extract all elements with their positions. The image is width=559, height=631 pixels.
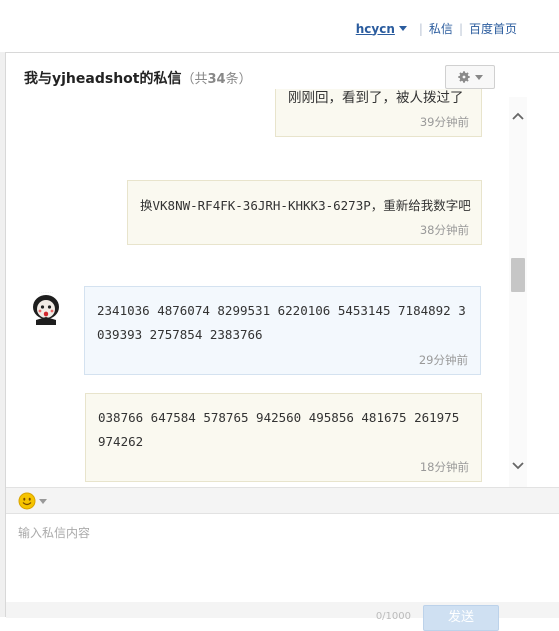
- message-bubble-incoming: 2341036 4876074 8299531 6220106 5453145 …: [84, 286, 481, 375]
- smiley-icon: [18, 492, 36, 510]
- message-text: 刚刚回，看到了，被人拨过了: [288, 90, 464, 106]
- nav-separator: |: [418, 21, 423, 36]
- message-time: 29分钟前: [418, 353, 468, 367]
- message-input[interactable]: [6, 514, 559, 602]
- message-scrollbar[interactable]: [509, 97, 527, 487]
- emoji-button[interactable]: [18, 492, 47, 510]
- dialog-title: 我与yjheadshot的私信（共34条）: [24, 68, 252, 88]
- message-list: 刚刚回，看到了，被人拨过了 39分钟前 换VK8NW-RF4FK-36JRH-K…: [6, 89, 506, 486]
- message-time: 18分钟前: [419, 460, 469, 474]
- dialog-title-text: 我与yjheadshot的私信: [24, 71, 182, 87]
- scroll-down-button[interactable]: [509, 457, 527, 475]
- private-message-dialog: 我与yjheadshot的私信（共34条） 刚刚回，看到了，被人拨过了 39分钟…: [5, 52, 559, 631]
- message-text: 038766 647584 578765 942560 495856 48167…: [98, 410, 460, 449]
- settings-button[interactable]: [445, 65, 495, 89]
- scroll-thumb[interactable]: [511, 258, 525, 292]
- top-user-bar: hcycn | 私信 | 百度首页: [0, 0, 559, 52]
- baidu-home-link[interactable]: 百度首页: [469, 20, 517, 37]
- avatar-image: · · · · · · · ·: [24, 287, 68, 327]
- sender-avatar[interactable]: · · · · · · · ·: [24, 287, 68, 327]
- caret-down-icon: [39, 498, 47, 504]
- send-button[interactable]: 发送: [423, 605, 499, 631]
- chevron-down-icon: [512, 462, 524, 470]
- emoji-toolbar: [6, 488, 559, 514]
- message-bubble-outgoing: 换VK8NW-RF4FK-36JRH-KHKK3-6273P，重新给我数字吧 3…: [127, 180, 482, 245]
- composer-footer: 0/1000 发送: [6, 602, 559, 631]
- message-time: 38分钟前: [419, 223, 469, 237]
- message-text: 换VK8NW-RF4FK-36JRH-KHKK3-6273P，重新给我数字吧: [140, 198, 471, 213]
- scroll-up-button[interactable]: [509, 107, 527, 125]
- svg-text:· · · · · · · ·: · · · · · · · ·: [39, 290, 53, 294]
- caret-down-icon[interactable]: [398, 25, 407, 31]
- message-bubble-incoming: 038766 647584 578765 942560 495856 48167…: [85, 393, 482, 482]
- messages-link[interactable]: 私信: [429, 20, 453, 37]
- message-count: （共34条）: [181, 72, 252, 87]
- caret-down-icon: [475, 74, 483, 80]
- nav-separator: |: [458, 21, 463, 36]
- message-text: 2341036 4876074 8299531 6220106 5453145 …: [97, 303, 466, 342]
- message-time: 39分钟前: [419, 115, 469, 129]
- gear-icon: [458, 71, 470, 83]
- top-nav: hcycn | 私信 | 百度首页: [356, 20, 517, 37]
- chevron-up-icon: [512, 112, 524, 120]
- message-bubble-outgoing: 刚刚回，看到了，被人拨过了 39分钟前: [275, 89, 482, 137]
- user-menu-link[interactable]: hcycn: [356, 22, 395, 36]
